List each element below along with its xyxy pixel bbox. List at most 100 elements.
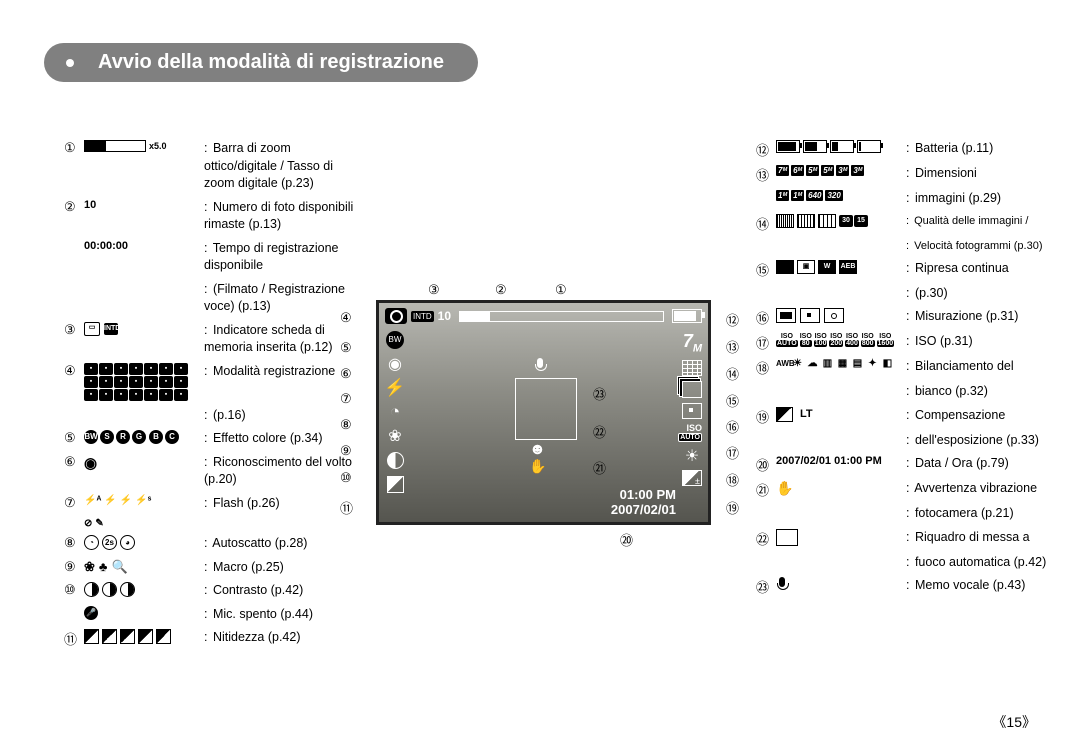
legend-description: : (p.30) — [906, 285, 948, 303]
legend-row: 1ᴹ1ᴹ640320: immagini (p.29) — [756, 190, 1056, 208]
legend-row: ⑰ISOAUTOISO80ISO100ISO200ISO400ISO800ISO… — [756, 333, 1056, 352]
image-size-icon: 7M — [683, 331, 702, 355]
legend-icon-cell: ▭ INTD — [84, 322, 204, 336]
legend-icon-cell — [84, 629, 204, 644]
legend-description: : fotocamera (p.21) — [906, 505, 1014, 523]
legend-row: : fotocamera (p.21) — [756, 505, 1056, 523]
lcd-left-stack: BW ◉ ⚡ ◔ ❀ — [385, 331, 405, 493]
face-detect-icon: ◉ — [385, 355, 405, 373]
legend-icon-cell — [776, 529, 906, 546]
legend-icon-cell: 00:00:00 — [84, 240, 204, 252]
legend-description: : Contrasto (p.42) — [204, 582, 303, 600]
battery-icon — [672, 309, 702, 323]
shake-warning-icon: ✋ — [529, 458, 546, 475]
sharpness-icon — [385, 475, 405, 493]
legend-row: ④▪▪▪▪▪▪▪▪▪▪▪▪▪▪▪▪▪▪▪▪▪: Modalità registr… — [64, 363, 364, 401]
voice-memo-icon — [534, 358, 552, 376]
legend-icon-cell: 🎤 — [84, 606, 204, 620]
legend-row: : fuoco automatica (p.42) — [756, 554, 1056, 572]
legend-description: : fuoco automatica (p.42) — [906, 554, 1046, 572]
legend-description: : Batteria (p.11) — [906, 140, 993, 158]
legend-icon-cell — [776, 140, 906, 153]
legend-row: ⑫ : Batteria (p.11) — [756, 140, 1056, 159]
macro-icon: ❀ — [385, 427, 405, 445]
legend-description: : Memo vocale (p.43) — [906, 577, 1025, 595]
mode-icon — [385, 308, 407, 324]
lcd-datetime: 01:00 PM 2007/02/01 — [611, 487, 676, 518]
legend-description: : ISO (p.31) — [906, 333, 973, 351]
legend-row: 00:00:00: Tempo di registrazione disponi… — [64, 240, 364, 275]
shots-remaining: 10 — [438, 309, 451, 323]
legend-row: ⑮▣WAEB: Ripresa continua — [756, 260, 1056, 279]
callout-18: ⑱ — [726, 470, 739, 489]
legend-icon-cell: ISOAUTOISO80ISO100ISO200ISO400ISO800ISO1… — [776, 333, 906, 347]
wb-icon: ☀ — [682, 447, 702, 465]
legend-number: ② — [64, 199, 84, 215]
legend-number: ⑥ — [64, 454, 84, 470]
legend-icon-cell: ✋ — [776, 480, 906, 497]
legend-description: : Avvertenza vibrazione — [906, 480, 1037, 498]
legend-description: : Ripresa continua — [906, 260, 1009, 278]
legend-icon-cell: 3015 — [776, 214, 906, 228]
legend-description: : Misurazione (p.31) — [906, 308, 1018, 326]
legend-row: ③▭ INTD: Indicatore scheda di memoria in… — [64, 322, 364, 357]
iso-icon: ISOAUTO — [678, 424, 702, 442]
legend-description: : (p.16) — [204, 407, 246, 425]
page-number: 《15》 — [992, 712, 1036, 732]
legend-row: : Velocità fotogrammi (p.30) — [756, 239, 1056, 254]
legend-row: ⑪: Nitidezza (p.42) — [64, 629, 364, 648]
legend-number: ⑰ — [756, 333, 776, 352]
legend-row: ⑤BWSRGBC: Effetto colore (p.34) — [64, 430, 364, 448]
legend-number: ⑨ — [64, 559, 84, 575]
legend-description: : Tempo di registrazione disponibile — [204, 240, 364, 275]
callout-1: ① — [555, 282, 567, 298]
legend-number: ㉑ — [756, 480, 776, 499]
legend-row: ㉑✋: Avvertenza vibrazione — [756, 480, 1056, 499]
legend-icon-cell: LT — [776, 407, 906, 422]
callout-3: ③ — [428, 282, 440, 298]
legend-row: ⑳2007/02/01 01:00 PM: Data / Ora (p.79) — [756, 455, 1056, 474]
legend-number: ⑫ — [756, 140, 776, 159]
callout-20: ⑳ — [620, 530, 633, 549]
legend-row: : dell'esposizione (p.33) — [756, 432, 1056, 450]
legend-number: ⑮ — [756, 260, 776, 279]
legend-icon-cell: BWSRGBC — [84, 430, 204, 444]
legend-icon-cell: 7ᴹ6ᴹ5ᴹ5ᴹ3ᴹ3ᴹ — [776, 165, 906, 176]
legend-icon-cell: ◔2s◕ — [84, 535, 204, 550]
legend-number: ⑤ — [64, 430, 84, 446]
legend-icon-cell: ▪▪▪▪▪▪▪▪▪▪▪▪▪▪▪▪▪▪▪▪▪ — [84, 363, 204, 401]
flash-icon: ⚡ — [385, 379, 405, 397]
face-callout-icon: ☻ — [529, 441, 546, 459]
legend-description: : Numero di foto disponibili rimaste (p.… — [204, 199, 364, 234]
legend-description: : Nitidezza (p.42) — [204, 629, 301, 647]
callout-16: ⑯ — [726, 417, 739, 436]
legend-icon-cell — [84, 582, 204, 597]
drive-icon — [682, 381, 702, 398]
legend-right: ⑫: Batteria (p.11)⑬7ᴹ6ᴹ5ᴹ5ᴹ3ᴹ3ᴹ: Dimensi… — [756, 140, 1056, 602]
legend-number: ㉓ — [756, 577, 776, 596]
legend-row: ①x5.0: Barra di zoom ottico/digitale / T… — [64, 140, 364, 193]
legend-row: ⑦⚡ᴬ⚡⚡⚡ˢ: Flash (p.26) — [64, 495, 364, 513]
legend-row: ⑩: Contrasto (p.42) — [64, 582, 364, 600]
legend-row: ⊘✎ — [64, 518, 364, 529]
legend-description: : Dimensioni — [906, 165, 977, 183]
legend-description: : Modalità registrazione — [204, 363, 335, 381]
legend-row: ⑭3015: Qualità delle immagini / — [756, 214, 1056, 233]
legend-row: ⑨❀♣🔍: Macro (p.25) — [64, 559, 364, 577]
legend-icon-cell: ⊘✎ — [84, 518, 204, 529]
legend-description: : Bilanciamento del — [906, 358, 1014, 376]
legend-number: ⑱ — [756, 358, 776, 377]
zoom-bar — [459, 311, 664, 322]
legend-number: ㉒ — [756, 529, 776, 548]
color-effect-icon: BW — [385, 331, 405, 349]
callout-15: ⑮ — [726, 391, 739, 410]
legend-icon-cell: ⚡ᴬ⚡⚡⚡ˢ — [84, 495, 204, 506]
legend-description: : Riconoscimento del volto (p.20) — [204, 454, 364, 489]
legend-description: : Data / Ora (p.79) — [906, 455, 1009, 473]
legend-description: : bianco (p.32) — [906, 383, 988, 401]
legend-description: : Flash (p.26) — [204, 495, 280, 513]
legend-row: ⑲LT: Compensazione — [756, 407, 1056, 426]
lcd-right-stack: 7M ISOAUTO ☀ — [678, 331, 702, 486]
legend-description: : Velocità fotogrammi (p.30) — [906, 239, 1043, 254]
legend-row: : (p.16) — [64, 407, 364, 425]
